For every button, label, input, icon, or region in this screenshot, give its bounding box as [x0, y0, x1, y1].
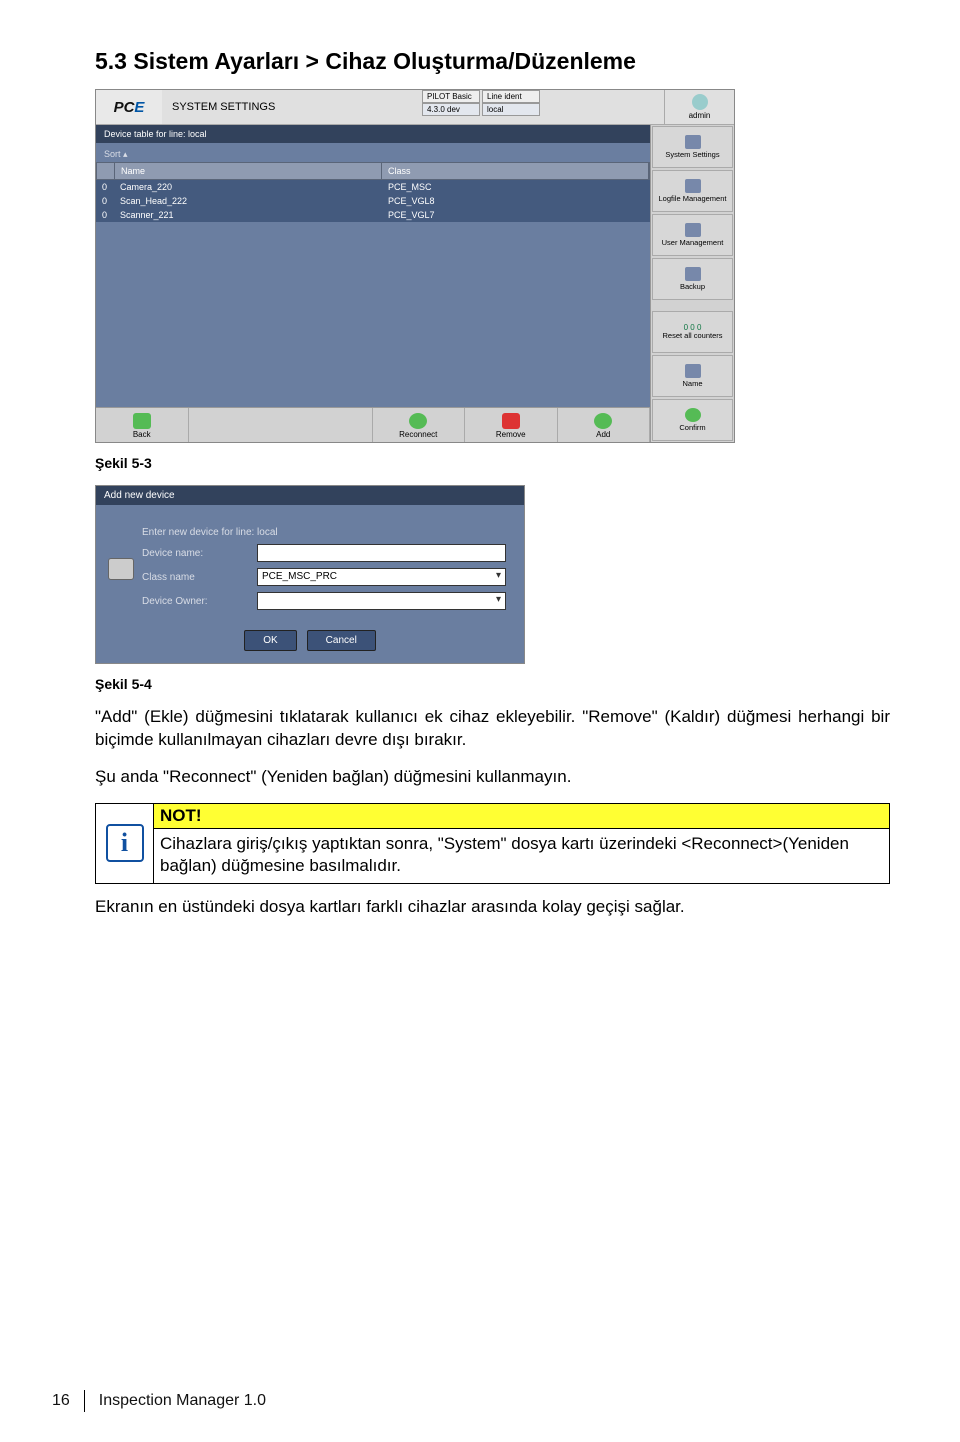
- side-counters: 0 0 0Reset all counters: [652, 311, 733, 353]
- screenshot-add-device-dialog: Add new device Enter new device for line…: [95, 485, 525, 664]
- user-indicator[interactable]: admin: [664, 90, 734, 124]
- table-header: Name Class: [96, 162, 650, 180]
- class-name-select[interactable]: PCE_MSC_PRC: [257, 568, 506, 586]
- info-icon: i: [96, 804, 154, 883]
- reconnect-icon: [409, 413, 427, 429]
- dialog-prompt: Enter new device for line: local: [142, 527, 506, 538]
- back-arrow-icon: [133, 413, 151, 429]
- device-owner-label: Device Owner:: [142, 596, 257, 607]
- add-button[interactable]: Add: [558, 408, 651, 442]
- side-backup[interactable]: Backup: [652, 258, 733, 300]
- class-name-label: Class name: [142, 572, 257, 583]
- tab-line-ident[interactable]: Line ident: [482, 90, 540, 103]
- footer-divider: [84, 1390, 85, 1412]
- side-confirm[interactable]: Confirm: [652, 399, 733, 441]
- paragraph-reconnect-warning: Şu anda "Reconnect" (Yeniden bağlan) düğ…: [95, 766, 890, 789]
- side-logfile[interactable]: Logfile Management: [652, 170, 733, 212]
- screenshot-system-settings: PCE SYSTEM SETTINGS PILOT Basic 4.3.0 de…: [95, 89, 735, 443]
- ok-button[interactable]: OK: [244, 630, 296, 651]
- reconnect-button[interactable]: Reconnect: [373, 408, 466, 442]
- add-icon: [594, 413, 612, 429]
- section-heading: 5.3 Sistem Ayarları > Cihaz Oluşturma/Dü…: [95, 48, 890, 75]
- backup-icon: [685, 267, 701, 281]
- device-icon: [108, 558, 134, 580]
- panel-header: Device table for line: local: [96, 125, 650, 143]
- figure-caption-5-4: Şekil 5-4: [95, 676, 890, 692]
- confirm-icon: [685, 408, 701, 422]
- note-box: i NOT! Cihazlara giriş/çıkış yaptıktan s…: [95, 803, 890, 884]
- sort-toggle[interactable]: Sort ▴: [104, 149, 164, 160]
- page-number: 16: [52, 1392, 70, 1410]
- col-name[interactable]: Name: [115, 163, 382, 179]
- remove-button[interactable]: Remove: [465, 408, 558, 442]
- table-row[interactable]: 0 Scanner_221 PCE_VGL7: [96, 208, 650, 222]
- users-icon: [685, 223, 701, 237]
- window-title: SYSTEM SETTINGS: [162, 90, 422, 124]
- tab-pilot[interactable]: PILOT Basic: [422, 90, 480, 103]
- remove-icon: [502, 413, 520, 429]
- page-footer: 16 Inspection Manager 1.0: [52, 1390, 266, 1412]
- device-owner-select[interactable]: [257, 592, 506, 610]
- figure-caption-5-3: Şekil 5-3: [95, 455, 890, 471]
- cancel-button[interactable]: Cancel: [307, 630, 376, 651]
- col-class[interactable]: Class: [382, 163, 649, 179]
- tab-version[interactable]: 4.3.0 dev: [422, 103, 480, 116]
- name-icon: [685, 364, 701, 378]
- paragraph-add-remove: "Add" (Ekle) düğmesini tıklatarak kullan…: [95, 706, 890, 752]
- back-button[interactable]: Back: [96, 408, 189, 442]
- side-name[interactable]: Name: [652, 355, 733, 397]
- tab-local[interactable]: local: [482, 103, 540, 116]
- logfile-icon: [685, 179, 701, 193]
- dialog-title: Add new device: [96, 486, 524, 505]
- note-heading: NOT!: [154, 804, 889, 829]
- paragraph-tabs-info: Ekranın en üstündeki dosya kartları fark…: [95, 896, 890, 919]
- user-icon: [692, 94, 708, 110]
- side-system-settings[interactable]: System Settings: [652, 126, 733, 168]
- settings-icon: [685, 135, 701, 149]
- device-name-label: Device name:: [142, 548, 257, 559]
- table-row[interactable]: 0 Camera_220 PCE_MSC: [96, 180, 650, 194]
- side-user-mgmt[interactable]: User Management: [652, 214, 733, 256]
- document-title: Inspection Manager 1.0: [99, 1392, 266, 1410]
- device-name-input[interactable]: [257, 544, 506, 562]
- device-table-body: 0 Camera_220 PCE_MSC 0 Scan_Head_222 PCE…: [96, 180, 650, 222]
- note-text: Cihazlara giriş/çıkış yaptıktan sonra, "…: [154, 829, 889, 883]
- table-row[interactable]: 0 Scan_Head_222 PCE_VGL8: [96, 194, 650, 208]
- logo: PCE: [96, 90, 162, 124]
